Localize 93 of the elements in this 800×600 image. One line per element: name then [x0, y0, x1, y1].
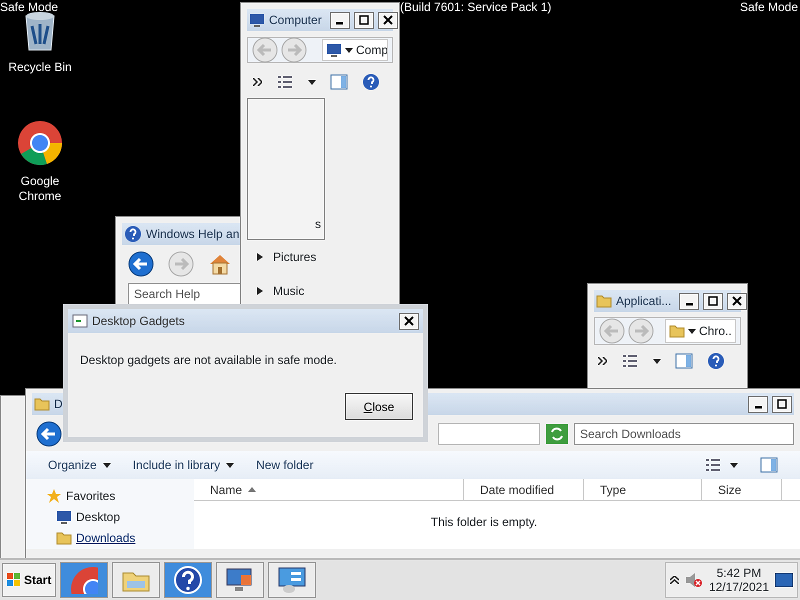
- show-hidden-icons-button[interactable]: [670, 576, 679, 584]
- icon-label: Recycle Bin: [7, 60, 73, 75]
- help-icon: [362, 73, 380, 91]
- caret-icon: [226, 462, 234, 468]
- computer-icon: [249, 12, 265, 28]
- close-icon: [403, 315, 415, 327]
- gadget-icon: [72, 314, 88, 328]
- status-text: (Build 7601: Service Pack 1): [400, 0, 552, 14]
- window-title: Desktop Gadgets: [92, 313, 185, 330]
- nav-item[interactable]: Downloads: [76, 528, 136, 546]
- toolbar-button[interactable]: New folder: [256, 456, 314, 474]
- column-header[interactable]: Date modified: [464, 479, 584, 500]
- close-button[interactable]: [378, 12, 398, 28]
- close-button[interactable]: Close: [345, 393, 413, 420]
- taskbar-button[interactable]: [164, 562, 212, 598]
- maximize-icon: [776, 398, 788, 410]
- chevron-icon[interactable]: [598, 357, 607, 365]
- maximize-button[interactable]: [703, 292, 724, 310]
- clock-time[interactable]: 5:42 PM: [716, 566, 762, 580]
- caret-icon: [308, 80, 316, 86]
- minimize-button[interactable]: [330, 12, 350, 28]
- computer-icon: [56, 508, 72, 524]
- close-button[interactable]: [727, 292, 747, 310]
- control-panel-icon: [277, 566, 308, 594]
- expand-arrow-icon[interactable]: [257, 253, 263, 261]
- window-title: Windows Help an: [146, 226, 240, 243]
- maximize-icon: [358, 14, 370, 26]
- desktop-icon[interactable]: Google Chrome: [0, 120, 80, 204]
- search-field[interactable]: Search Help: [128, 283, 240, 305]
- icon-label: Google Chrome: [18, 174, 62, 204]
- menu-text: s: [315, 216, 321, 233]
- help-icon: [173, 565, 204, 595]
- preview-pane-icon: [330, 74, 348, 90]
- minimize-icon: [754, 406, 762, 409]
- column-header[interactable]: Size: [702, 479, 782, 500]
- refresh-icon[interactable]: [546, 424, 568, 444]
- home-icon: [208, 253, 232, 275]
- view-list-icon: [621, 353, 639, 369]
- sort-arrow-icon: [248, 487, 256, 492]
- preview-pane-icon: [760, 457, 778, 473]
- minimize-button[interactable]: [748, 396, 768, 412]
- folder-icon: [596, 293, 612, 309]
- preview-pane-icon: [675, 353, 693, 369]
- expand-arrow-icon[interactable]: [257, 287, 263, 295]
- downloads-folder-icon: [34, 396, 50, 412]
- toolbar-button[interactable]: Organize: [48, 456, 111, 474]
- dialog-message: Desktop gadgets are not available in safe mode.: [79, 352, 338, 369]
- chevron-icon[interactable]: [253, 78, 262, 86]
- start-button[interactable]: Start: [2, 563, 56, 597]
- window-title: Applicati...: [616, 293, 672, 310]
- window-title: Computer: [269, 12, 322, 29]
- view-list-icon: [276, 74, 294, 90]
- close-icon: [731, 295, 744, 307]
- downloads-folder-icon: [56, 530, 72, 546]
- clock-date[interactable]: 12/17/2021: [708, 580, 769, 594]
- maximize-button[interactable]: [772, 396, 792, 412]
- computer-icon: [326, 42, 342, 58]
- caret-icon: [102, 462, 111, 468]
- windows-logo-icon: [7, 573, 21, 587]
- nav-item[interactable]: Desktop: [76, 508, 120, 526]
- view-list-icon: [704, 457, 722, 473]
- taskbar-button[interactable]: [216, 562, 264, 598]
- star-icon: [46, 488, 62, 504]
- empty-message: This folder is empty.: [430, 514, 538, 531]
- tree-item[interactable]: Pictures: [273, 248, 316, 266]
- maximize-button[interactable]: [354, 12, 374, 28]
- address-text: Chro..: [699, 323, 732, 340]
- nav-item[interactable]: Favorites: [66, 486, 116, 504]
- status-text: Safe Mode: [0, 0, 58, 14]
- close-button[interactable]: [399, 312, 419, 330]
- status-text: Safe Mode: [740, 0, 798, 14]
- speaker-muted-icon[interactable]: [684, 572, 703, 588]
- taskbar-button[interactable]: [268, 562, 316, 598]
- minimize-icon: [336, 22, 344, 25]
- window-title: D: [54, 396, 63, 413]
- column-header[interactable]: Type: [584, 479, 702, 500]
- caret-icon: [730, 463, 738, 468]
- folder-icon: [669, 323, 685, 339]
- column-header[interactable]: Name: [194, 479, 464, 500]
- help-icon: [124, 225, 142, 243]
- search-field[interactable]: Search Downloads: [574, 423, 794, 445]
- caret-icon: [653, 359, 661, 364]
- maximize-icon: [707, 295, 720, 307]
- address-bar[interactable]: Chro..: [665, 319, 736, 343]
- caret-icon: [345, 48, 353, 52]
- minimize-icon: [686, 303, 693, 306]
- tree-item[interactable]: Music: [273, 282, 304, 300]
- show-desktop-button[interactable]: [775, 573, 793, 587]
- minimize-button[interactable]: [679, 292, 700, 310]
- help-icon: [707, 352, 725, 370]
- caret-icon: [688, 328, 696, 334]
- close-icon: [382, 14, 394, 26]
- toolbar-button[interactable]: Include in library: [132, 456, 234, 474]
